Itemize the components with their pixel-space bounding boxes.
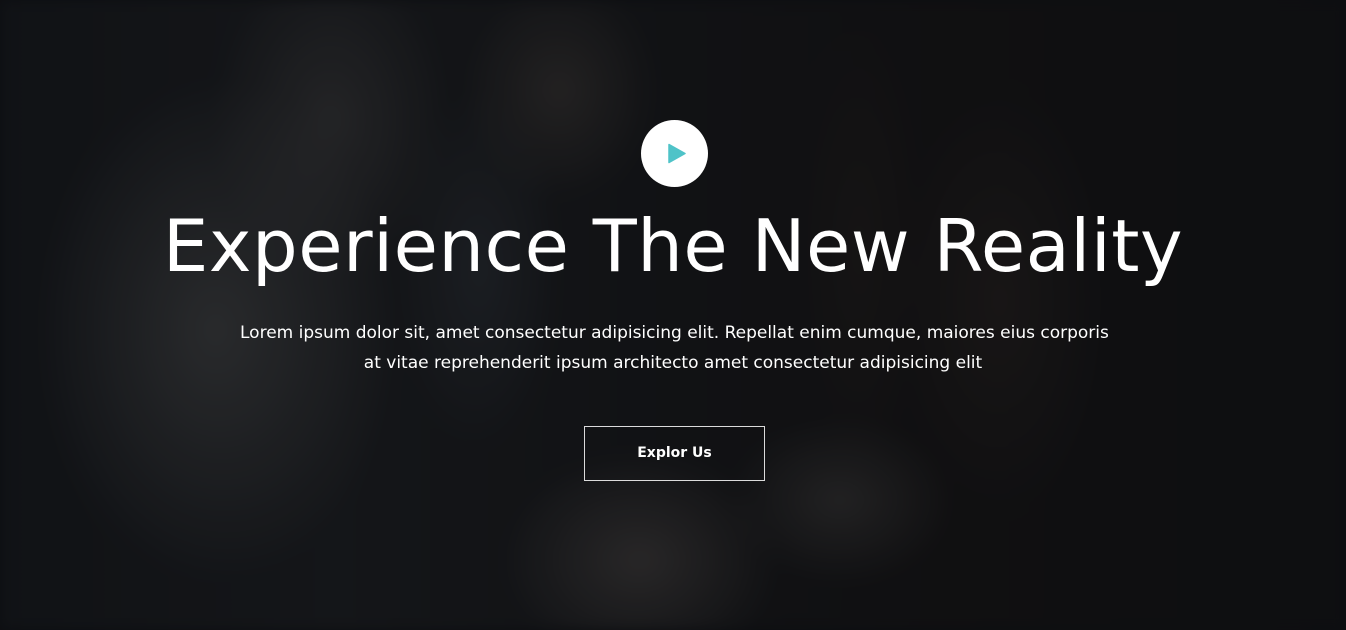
play-video-button[interactable]	[641, 120, 708, 187]
hero-section: Experience The New Reality Lorem ipsum d…	[0, 0, 1346, 630]
hero-description: Lorem ipsum dolor sit, amet consectetur …	[240, 318, 1109, 378]
hero-description-line: at vitae reprehenderit ipsum architecto …	[363, 353, 983, 373]
hero-content: Experience The New Reality Lorem ipsum d…	[0, 0, 1346, 630]
play-icon	[668, 143, 686, 164]
explore-us-button[interactable]: Explor Us	[584, 426, 765, 481]
hero-description-line: Lorem ipsum dolor sit, amet consectetur …	[240, 323, 1109, 343]
hero-title: Experience The New Reality	[162, 204, 1184, 288]
